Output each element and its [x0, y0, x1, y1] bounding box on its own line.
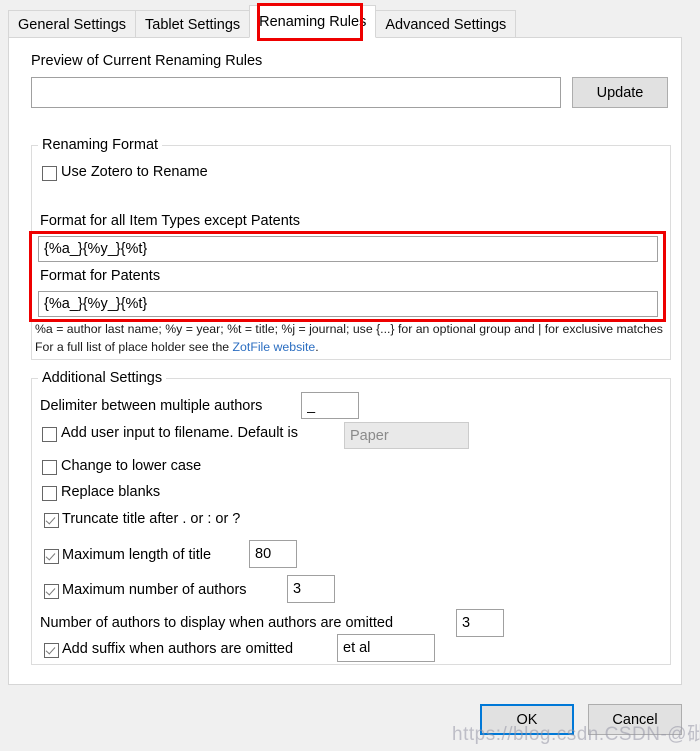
- additional-settings-group-title: Additional Settings: [38, 370, 167, 386]
- tab-tablet-settings[interactable]: Tablet Settings: [135, 10, 251, 38]
- user-input-default-field: [344, 422, 469, 449]
- truncate-title-checkbox[interactable]: [44, 513, 59, 528]
- delimiter-label: Delimiter between multiple authors: [40, 398, 263, 414]
- update-button[interactable]: Update: [572, 77, 668, 108]
- add-user-input-checkbox[interactable]: [42, 427, 57, 442]
- add-suffix-checkbox[interactable]: [44, 643, 59, 658]
- tab-general-settings[interactable]: General Settings: [8, 10, 137, 38]
- change-to-lower-case-label: Change to lower case: [61, 458, 202, 474]
- placeholder-hint-line-1: %a = author last name; %y = year; %t = t…: [35, 322, 663, 336]
- hint-prefix-text: For a full list of place holder see the: [35, 340, 233, 354]
- change-to-lower-case-checkbox[interactable]: [42, 460, 57, 475]
- truncate-title-label: Truncate title after . or : or ?: [62, 511, 241, 527]
- replace-blanks-label: Replace blanks: [61, 484, 161, 500]
- format-patents-label: Format for Patents: [40, 268, 161, 284]
- use-zotero-to-rename-label: Use Zotero to Rename: [61, 164, 208, 180]
- add-suffix-label: Add suffix when authors are omitted: [62, 641, 294, 657]
- replace-blanks-checkbox[interactable]: [42, 486, 57, 501]
- zotfile-website-link[interactable]: ZotFile website: [233, 340, 316, 354]
- format-all-items-label: Format for all Item Types except Patents: [40, 213, 301, 229]
- cancel-button[interactable]: Cancel: [588, 704, 682, 735]
- hint-suffix-text: .: [315, 340, 319, 354]
- tab-strip: General Settings Tablet Settings Renamin…: [8, 5, 517, 38]
- max-authors-label: Maximum number of authors: [62, 582, 247, 598]
- tab-bar: General Settings Tablet Settings Renamin…: [0, 0, 700, 38]
- add-suffix-input[interactable]: [337, 634, 435, 662]
- format-all-items-input[interactable]: [38, 236, 658, 262]
- delimiter-input[interactable]: [301, 392, 359, 419]
- ok-button[interactable]: OK: [480, 704, 574, 735]
- preview-label: Preview of Current Renaming Rules: [31, 53, 263, 69]
- placeholder-hint-line-2: For a full list of place holder see the …: [35, 340, 319, 354]
- max-authors-input[interactable]: [287, 575, 335, 603]
- max-title-length-input[interactable]: [249, 540, 297, 568]
- max-title-length-label: Maximum length of title: [62, 547, 212, 563]
- tab-advanced-settings[interactable]: Advanced Settings: [375, 10, 517, 38]
- authors-displayed-label: Number of authors to display when author…: [40, 615, 394, 631]
- format-patents-input[interactable]: [38, 291, 658, 317]
- authors-displayed-input[interactable]: [456, 609, 504, 637]
- add-user-input-label: Add user input to filename. Default is: [61, 425, 298, 441]
- use-zotero-to-rename-checkbox[interactable]: [42, 166, 57, 181]
- max-authors-checkbox[interactable]: [44, 584, 59, 599]
- preview-input[interactable]: [31, 77, 561, 108]
- tab-renaming-rules[interactable]: Renaming Rules: [249, 5, 377, 38]
- max-title-length-checkbox[interactable]: [44, 549, 59, 564]
- renaming-format-group-title: Renaming Format: [38, 137, 163, 153]
